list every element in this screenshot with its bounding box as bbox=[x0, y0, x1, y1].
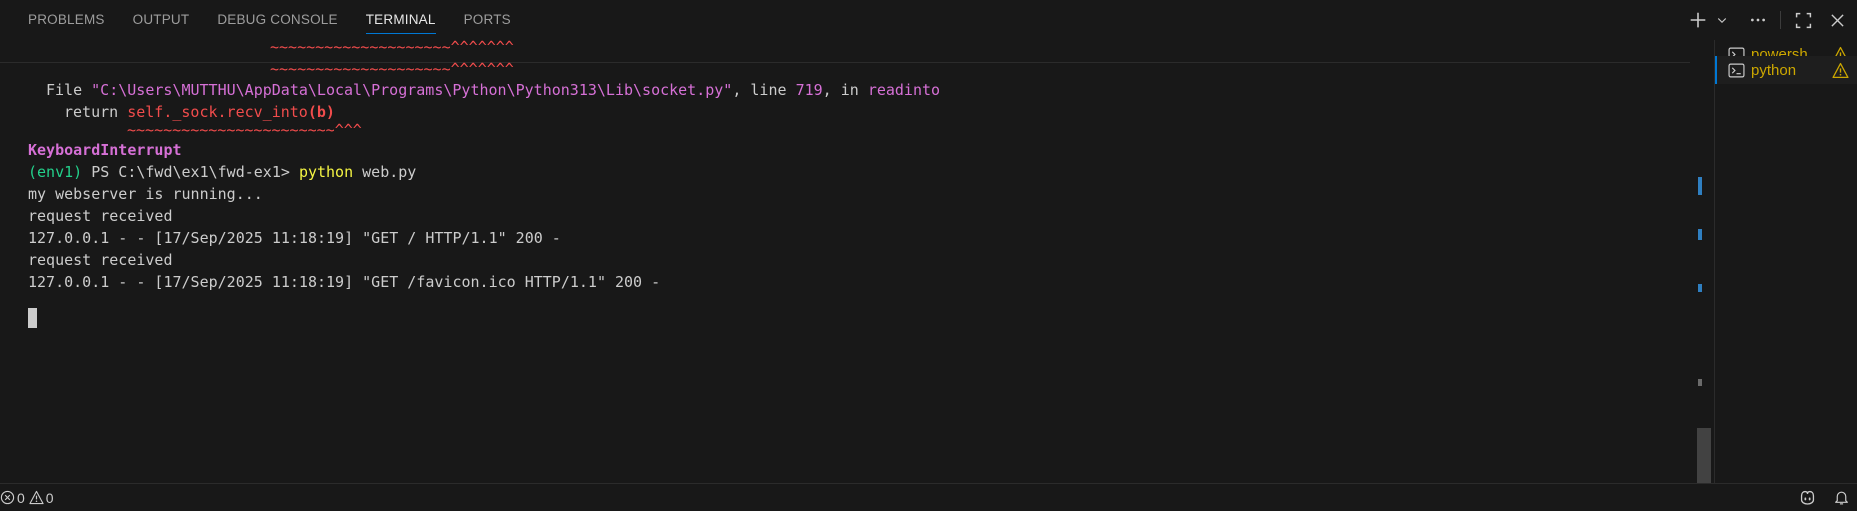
error-icon bbox=[0, 490, 15, 505]
tab-debug-console[interactable]: DEBUG CONSOLE bbox=[203, 0, 351, 40]
error-squiggle: ~~~~~~~~~~~~~~~~~~~~^^^^^^^ bbox=[270, 40, 514, 56]
more-actions-button[interactable] bbox=[1746, 8, 1770, 32]
terminal-profiles-dropdown[interactable] bbox=[1714, 8, 1730, 32]
traceback-function: readinto bbox=[867, 81, 941, 99]
terminal-tab-label: python bbox=[1751, 61, 1797, 79]
error-squiggle: ~~~~~~~~~~~~~~~~~~~~^^^^^^^ bbox=[270, 60, 514, 78]
terminal-cursor bbox=[28, 308, 37, 328]
new-terminal-button[interactable] bbox=[1686, 8, 1710, 32]
warning-icon bbox=[29, 490, 44, 505]
traceback-line-number: 719 bbox=[795, 81, 823, 99]
output-line: my webserver is running... bbox=[28, 185, 263, 203]
close-icon bbox=[1830, 13, 1844, 27]
error-count: 0 bbox=[17, 489, 25, 506]
command-args: web.py bbox=[353, 163, 417, 181]
header-separator bbox=[1780, 11, 1781, 29]
terminal-scrollbar[interactable] bbox=[1697, 40, 1711, 483]
terminal-icon bbox=[1727, 61, 1745, 79]
panel-header: PROBLEMS OUTPUT DEBUG CONSOLE TERMINAL P… bbox=[0, 0, 1857, 40]
scroll-marker bbox=[1698, 177, 1702, 195]
traceback-file-path: "C:\Users\MUTTHU\AppData\Local\Programs\… bbox=[91, 81, 733, 99]
scroll-marker bbox=[1698, 284, 1702, 292]
prompt-line: (env1) PS C:\fwd\ex1\fwd-ex1> python web… bbox=[28, 161, 416, 183]
traceback-file-line: File "C:\Users\MUTTHU\AppData\Local\Prog… bbox=[46, 79, 940, 101]
code-return-keyword: return bbox=[64, 103, 128, 121]
terminal-tab-python[interactable]: python bbox=[1715, 56, 1857, 84]
tab-ports[interactable]: PORTS bbox=[450, 0, 525, 40]
ellipsis-icon bbox=[1751, 18, 1765, 22]
output-line: 127.0.0.1 - - [17/Sep/2025 11:18:19] "GE… bbox=[28, 273, 661, 291]
traceback-line-label: , line bbox=[732, 81, 796, 99]
copilot-icon bbox=[1800, 490, 1814, 505]
plus-icon bbox=[1690, 12, 1706, 28]
scroll-marker bbox=[1698, 379, 1702, 386]
panel-tabs: PROBLEMS OUTPUT DEBUG CONSOLE TERMINAL P… bbox=[14, 0, 525, 40]
tab-terminal[interactable]: TERMINAL bbox=[352, 0, 450, 40]
status-bar: 0 0 bbox=[0, 483, 1857, 511]
terminal-tabs-list: powersh... python bbox=[1715, 40, 1857, 483]
error-squiggle: ~~~~~~~~~~~~~~~~~~~~~~~^^^ bbox=[127, 121, 362, 139]
venv-indicator: (env1) bbox=[28, 163, 83, 181]
terminal-output[interactable]: ~~~~~~~~~~~~~~~~~~~~^^^^^^^ ~~~~~~~~~~~~… bbox=[0, 40, 1692, 483]
warning-icon bbox=[1831, 61, 1849, 79]
tab-output[interactable]: OUTPUT bbox=[119, 0, 204, 40]
output-line: 127.0.0.1 - - [17/Sep/2025 11:18:19] "GE… bbox=[28, 229, 561, 247]
status-right bbox=[1797, 484, 1851, 511]
keyboard-interrupt-line: KeyboardInterrupt bbox=[28, 141, 182, 159]
chevron-down-icon bbox=[1717, 18, 1727, 24]
output-line: request received bbox=[28, 207, 173, 225]
scroll-marker bbox=[1698, 229, 1702, 240]
bell-icon bbox=[1834, 491, 1848, 505]
scrollbar-thumb[interactable] bbox=[1697, 428, 1711, 483]
traceback-in-label: , in bbox=[822, 81, 868, 99]
close-panel-button[interactable] bbox=[1825, 8, 1849, 32]
problems-status[interactable]: 0 0 bbox=[0, 484, 58, 511]
tab-problems[interactable]: PROBLEMS bbox=[14, 0, 119, 40]
warning-count: 0 bbox=[45, 489, 54, 506]
traceback-file-prefix: File bbox=[46, 81, 92, 99]
command-name: python bbox=[298, 163, 354, 181]
maximize-panel-button[interactable] bbox=[1791, 8, 1815, 32]
panel-actions bbox=[1686, 0, 1849, 40]
output-line: request received bbox=[28, 251, 173, 269]
prompt-path: PS C:\fwd\ex1\fwd-ex1> bbox=[82, 163, 299, 181]
maximize-icon bbox=[1795, 12, 1811, 28]
copilot-button[interactable] bbox=[1797, 488, 1817, 508]
notifications-button[interactable] bbox=[1831, 488, 1851, 508]
